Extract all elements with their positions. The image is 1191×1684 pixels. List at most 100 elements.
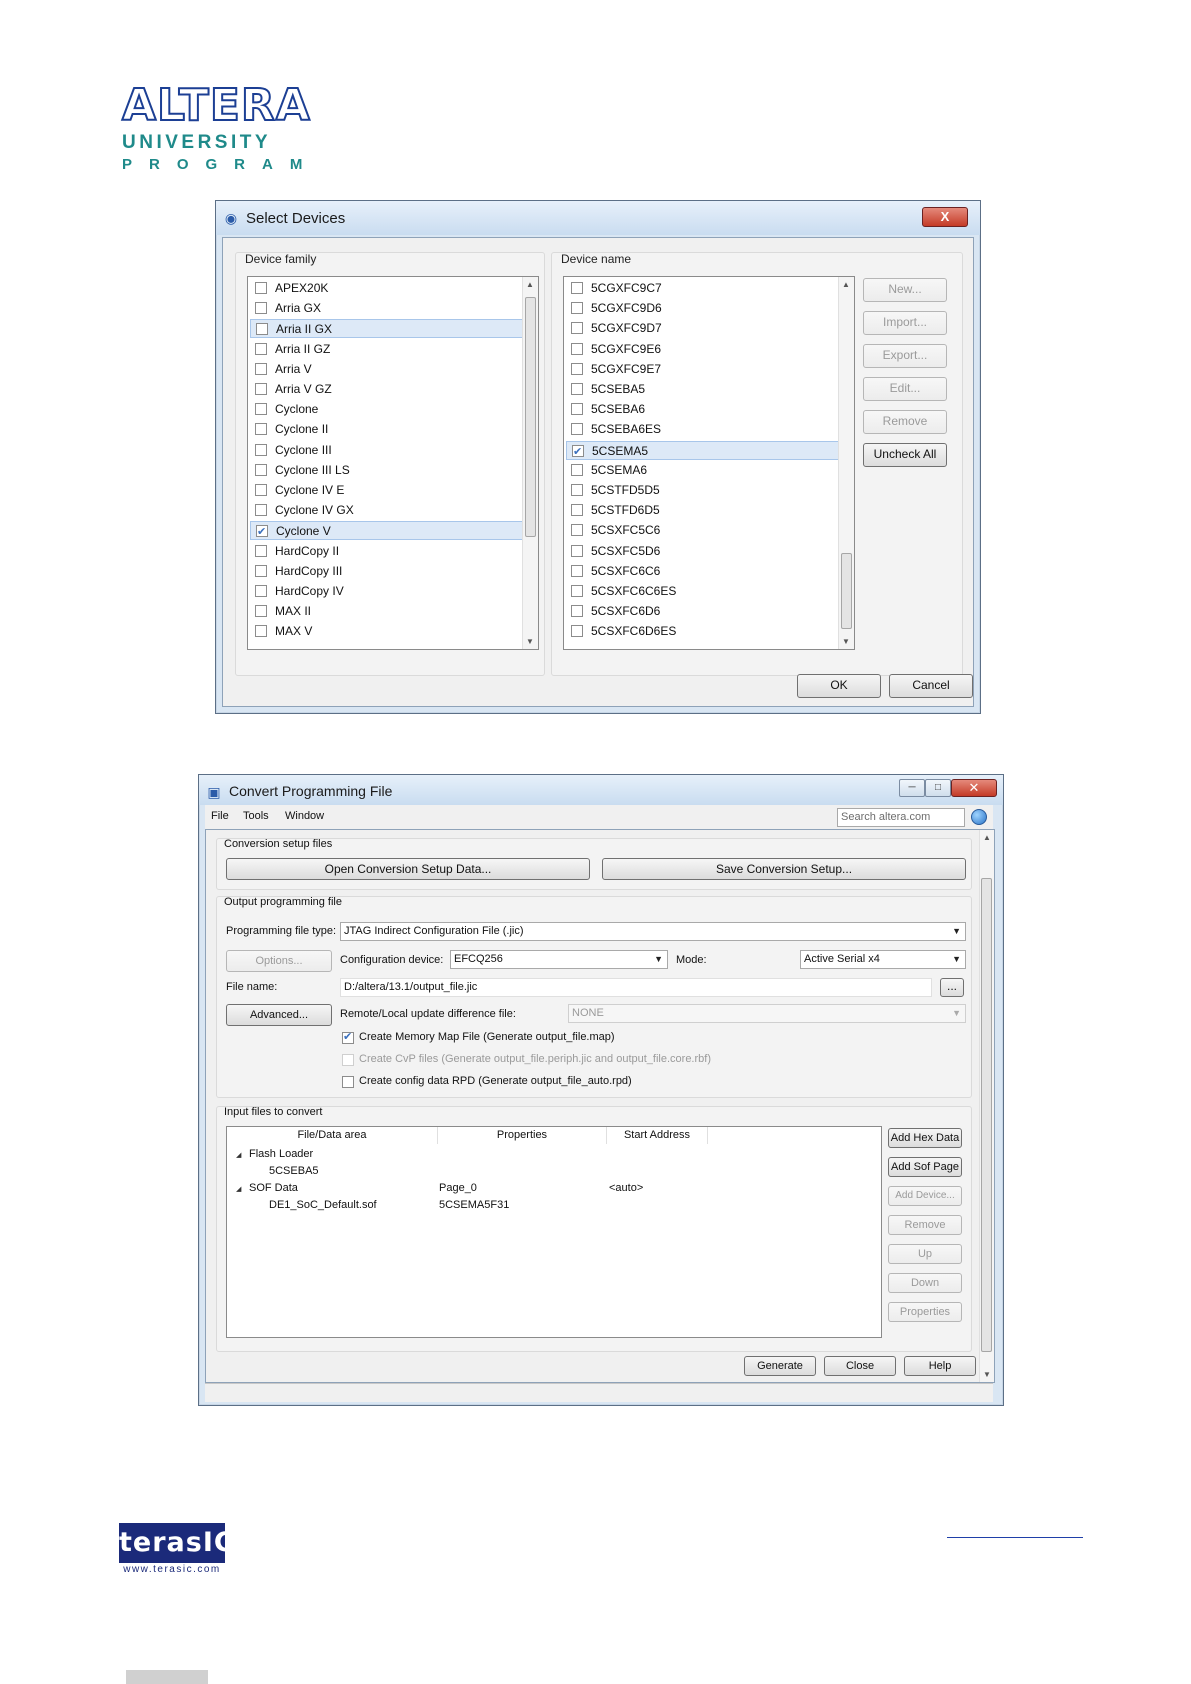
browse-button[interactable]: ... — [940, 978, 964, 997]
cancel-button[interactable]: Cancel — [889, 674, 973, 698]
convert-scrollbar[interactable]: ▲ ▼ — [979, 830, 994, 1382]
column-header-start[interactable]: Start Address — [607, 1127, 708, 1144]
device-name-item[interactable]: 5CSXFC6C6ES — [566, 582, 852, 601]
save-setup-button[interactable]: Save Conversion Setup... — [602, 858, 966, 880]
device-family-checkbox[interactable] — [255, 423, 267, 436]
device-name-checkbox[interactable] — [571, 625, 583, 638]
device-name-checkbox[interactable] — [572, 443, 584, 462]
device-name-item[interactable]: 5CSXFC6D6 — [566, 602, 852, 621]
device-family-checkbox[interactable] — [255, 403, 267, 416]
device-family-checkbox[interactable] — [255, 463, 267, 476]
device-family-checkbox[interactable] — [255, 504, 267, 517]
mode-select[interactable]: Active Serial x4 ▼ — [800, 950, 966, 969]
add-sof-page-button[interactable]: Add Sof Page — [888, 1157, 962, 1177]
device-family-item[interactable]: Arria II GX — [250, 319, 536, 339]
device-name-list[interactable]: 5CGXFC9C7 5CGXFC9D6 5CGXFC9D7 5CGXFC9E6 5CGX… — [563, 276, 855, 650]
scroll-down-icon[interactable]: ▼ — [842, 637, 850, 646]
device-name-item[interactable]: 5CGXFC9D6 — [566, 299, 852, 318]
device-name-item[interactable]: 5CGXFC9E7 — [566, 360, 852, 379]
device-family-item[interactable]: Cyclone IV E — [250, 481, 536, 500]
import-button[interactable]: Import... — [863, 311, 947, 335]
new-button[interactable]: New... — [863, 278, 947, 302]
close-button[interactable]: ✕ — [951, 779, 997, 797]
help-button[interactable]: Help — [904, 1356, 976, 1376]
column-header-file[interactable]: File/Data area — [227, 1127, 438, 1144]
config-device-select[interactable]: EFCQ256 ▼ — [450, 950, 668, 969]
device-family-item[interactable]: Cyclone V — [250, 521, 536, 542]
device-family-item[interactable]: Arria V GZ — [250, 380, 536, 399]
device-family-item[interactable]: APEX20K — [250, 279, 536, 298]
device-family-item[interactable]: Cyclone — [250, 400, 536, 419]
device-name-item[interactable]: 5CSTFD6D5 — [566, 501, 852, 520]
device-name-checkbox[interactable] — [571, 463, 583, 476]
device-family-item[interactable]: Cyclone III LS — [250, 461, 536, 480]
device-family-item[interactable]: MAX V — [250, 622, 536, 641]
device-name-checkbox[interactable] — [571, 383, 583, 395]
device-family-item[interactable]: Cyclone III — [250, 441, 536, 460]
export-button[interactable]: Export... — [863, 344, 947, 368]
device-name-item[interactable]: 5CSXFC6D6ES — [566, 622, 852, 641]
device-family-item[interactable]: HardCopy II — [250, 542, 536, 561]
device-family-checkbox[interactable] — [255, 564, 267, 577]
advanced-button[interactable]: Advanced... — [226, 1004, 332, 1026]
scroll-thumb[interactable] — [841, 553, 852, 629]
down-button[interactable]: Down — [888, 1273, 962, 1293]
device-name-checkbox[interactable] — [571, 504, 583, 517]
expand-triangle-icon[interactable]: ◢ — [236, 1185, 241, 1193]
device-name-checkbox[interactable] — [571, 585, 583, 597]
device-family-checkbox[interactable] — [256, 523, 268, 542]
device-family-item[interactable]: MAX II — [250, 602, 536, 621]
scroll-thumb[interactable] — [525, 297, 536, 537]
device-name-checkbox[interactable] — [571, 484, 583, 496]
close-button[interactable]: X — [922, 207, 968, 227]
device-name-item[interactable]: 5CSXFC5D6 — [566, 542, 852, 561]
device-name-item[interactable]: 5CSXFC5C6 — [566, 521, 852, 540]
file-type-select[interactable]: JTAG Indirect Configuration File (.jic) … — [340, 922, 966, 941]
device-family-item[interactable]: Arria V — [250, 360, 536, 379]
memory-map-checkbox[interactable] — [342, 1030, 354, 1044]
device-name-item[interactable]: 5CSTFD5D5 — [566, 481, 852, 500]
device-family-checkbox[interactable] — [255, 605, 267, 618]
device-family-item[interactable]: Cyclone IV GX — [250, 501, 536, 520]
remove-button[interactable]: Remove — [888, 1215, 962, 1235]
up-button[interactable]: Up — [888, 1244, 962, 1264]
device-name-checkbox[interactable] — [571, 423, 583, 436]
options-button[interactable]: Options... — [226, 950, 332, 972]
device-family-item[interactable]: Arria GX — [250, 299, 536, 318]
device-name-checkbox[interactable] — [571, 282, 583, 294]
menu-window[interactable]: Window — [285, 810, 324, 822]
device-name-checkbox[interactable] — [571, 302, 583, 315]
device-name-checkbox[interactable] — [571, 362, 583, 375]
input-files-table[interactable]: File/Data area Properties Start Address … — [226, 1126, 882, 1338]
close-dialog-button[interactable]: Close — [824, 1356, 896, 1376]
device-name-item[interactable]: 5CSEBA5 — [566, 380, 852, 399]
device-name-scrollbar[interactable]: ▲ ▼ — [838, 277, 854, 649]
remove-button[interactable]: Remove — [863, 410, 947, 434]
device-name-checkbox[interactable] — [571, 322, 583, 335]
cvp-files-checkbox[interactable] — [342, 1054, 354, 1066]
scroll-down-icon[interactable]: ▼ — [526, 637, 534, 646]
device-family-item[interactable]: Arria II GZ — [250, 340, 536, 359]
open-setup-button[interactable]: Open Conversion Setup Data... — [226, 858, 590, 880]
scroll-up-icon[interactable]: ▲ — [526, 280, 534, 289]
ok-button[interactable]: OK — [797, 674, 881, 698]
expand-triangle-icon[interactable]: ◢ — [236, 1151, 241, 1159]
tree-flash-loader[interactable]: Flash Loader — [249, 1148, 313, 1160]
scroll-up-icon[interactable]: ▲ — [842, 280, 850, 289]
device-family-checkbox[interactable] — [255, 544, 267, 557]
device-name-checkbox[interactable] — [571, 342, 583, 355]
device-family-checkbox[interactable] — [255, 362, 267, 375]
add-hex-data-button[interactable]: Add Hex Data — [888, 1128, 962, 1148]
tree-sof-file[interactable]: DE1_SoC_Default.sof — [269, 1199, 377, 1211]
device-name-item[interactable]: 5CGXFC9D7 — [566, 319, 852, 338]
device-name-item[interactable]: 5CGXFC9C7 — [566, 279, 852, 298]
device-family-item[interactable]: HardCopy III — [250, 562, 536, 581]
device-family-item[interactable]: Cyclone II — [250, 420, 536, 439]
generate-button[interactable]: Generate — [744, 1356, 816, 1376]
remote-local-select[interactable]: NONE ▼ — [568, 1004, 966, 1023]
search-input[interactable]: Search altera.com — [837, 808, 965, 827]
device-name-item[interactable]: 5CSEMA6 — [566, 461, 852, 480]
menu-tools[interactable]: Tools — [243, 810, 269, 822]
maximize-button[interactable]: □ — [925, 779, 951, 797]
tree-sof-data[interactable]: SOF Data — [249, 1182, 298, 1194]
